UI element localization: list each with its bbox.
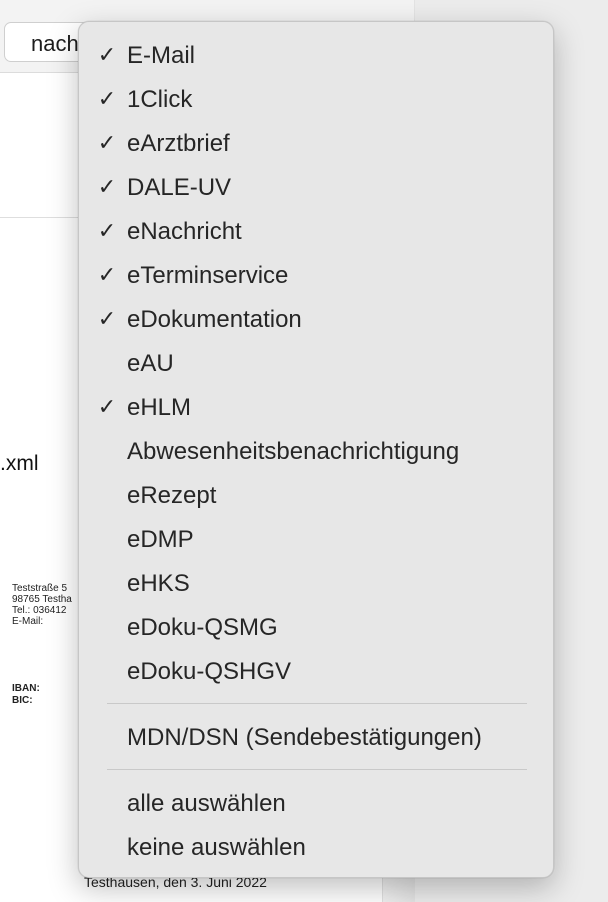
menu-item-edoku-qsmg[interactable]: eDoku-QSMG bbox=[79, 608, 553, 648]
menu-item-label: Abwesenheitsbenachrichtigung bbox=[127, 438, 460, 465]
menu-item-edokumentation[interactable]: ✓ eDokumentation bbox=[79, 300, 553, 340]
checkmark-icon: ✓ bbox=[97, 263, 117, 288]
menu-item-eterminservice[interactable]: ✓ eTerminservice bbox=[79, 256, 553, 296]
bank-block: IBAN: BIC: bbox=[12, 683, 40, 707]
menu-item-label: eHKS bbox=[127, 570, 190, 597]
menu-item-earztbrief[interactable]: ✓ eArztbrief bbox=[79, 124, 553, 164]
menu-item-label: keine auswählen bbox=[127, 834, 306, 861]
bic-label: BIC: bbox=[12, 695, 33, 706]
menu-item-label: eNachricht bbox=[127, 218, 242, 245]
address-line: 98765 Testha bbox=[12, 594, 72, 605]
menu-item-label: eHLM bbox=[127, 394, 192, 421]
address-line: Teststraße 5 bbox=[12, 583, 68, 594]
menu-item-label: eArztbrief bbox=[127, 130, 230, 157]
menu-item-mdn-dsn[interactable]: MDN/DSN (Sendebestätigungen) bbox=[79, 718, 553, 758]
menu-item-select-none[interactable]: keine auswählen bbox=[79, 828, 553, 868]
checkmark-icon: ✓ bbox=[97, 87, 117, 112]
menu-item-label: 1Click bbox=[127, 86, 193, 113]
checkmark-icon: ✓ bbox=[97, 131, 117, 156]
menu-separator bbox=[107, 769, 527, 770]
menu-separator bbox=[107, 703, 527, 704]
menu-item-email[interactable]: ✓ E-Mail bbox=[79, 36, 553, 76]
dropdown-menu: ✓ E-Mail ✓ 1Click ✓ eArztbrief ✓ DALE-UV… bbox=[78, 21, 554, 878]
menu-item-dale-uv[interactable]: ✓ DALE-UV bbox=[79, 168, 553, 208]
menu-item-label: MDN/DSN (Sendebestätigungen) bbox=[127, 724, 482, 751]
address-line: E-Mail: bbox=[12, 616, 44, 627]
menu-item-edoku-qshgv[interactable]: eDoku-QSHGV bbox=[79, 652, 553, 692]
menu-item-eau[interactable]: eAU bbox=[79, 344, 553, 384]
address-line: Tel.: 036412 bbox=[12, 605, 67, 616]
menu-item-1click[interactable]: ✓ 1Click bbox=[79, 80, 553, 120]
address-block: Teststraße 5 98765 Testha Tel.: 036412 E… bbox=[12, 583, 72, 627]
menu-item-label: eDoku-QSMG bbox=[127, 614, 278, 641]
menu-item-label: eDMP bbox=[127, 526, 194, 553]
menu-item-select-all[interactable]: alle auswählen bbox=[79, 784, 553, 824]
checkmark-icon: ✓ bbox=[97, 395, 117, 420]
menu-item-enachricht[interactable]: ✓ eNachricht bbox=[79, 212, 553, 252]
menu-item-label: eAU bbox=[127, 350, 174, 377]
menu-item-label: DALE-UV bbox=[127, 174, 232, 201]
checkmark-icon: ✓ bbox=[97, 219, 117, 244]
menu-item-ehks[interactable]: eHKS bbox=[79, 564, 553, 604]
menu-item-label: eRezept bbox=[127, 482, 217, 509]
filename-text: .xml bbox=[0, 452, 39, 475]
checkmark-icon: ✓ bbox=[97, 175, 117, 200]
menu-item-label: eDokumentation bbox=[127, 306, 302, 333]
menu-item-edmp[interactable]: eDMP bbox=[79, 520, 553, 560]
menu-item-ehlm[interactable]: ✓ eHLM bbox=[79, 388, 553, 428]
menu-item-erezept[interactable]: eRezept bbox=[79, 476, 553, 516]
menu-item-label: E-Mail bbox=[127, 42, 196, 69]
menu-item-label: eTerminservice bbox=[127, 262, 289, 289]
iban-label: IBAN: bbox=[12, 683, 40, 694]
menu-item-label: eDoku-QSHGV bbox=[127, 658, 292, 685]
checkmark-icon: ✓ bbox=[97, 307, 117, 332]
menu-item-label: alle auswählen bbox=[127, 790, 286, 817]
menu-item-abwesenheit[interactable]: Abwesenheitsbenachrichtigung bbox=[79, 432, 553, 472]
checkmark-icon: ✓ bbox=[97, 43, 117, 68]
